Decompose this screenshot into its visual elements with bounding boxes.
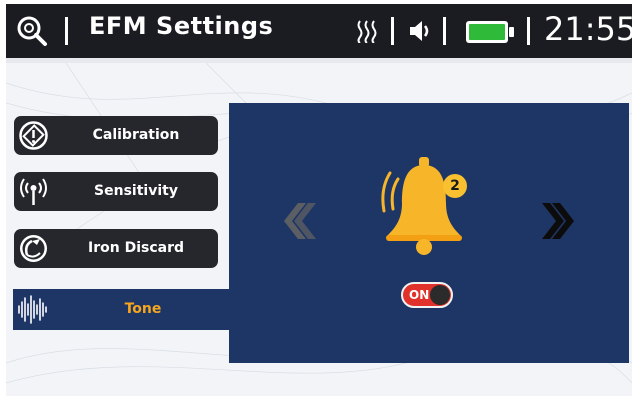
sensitivity-icon <box>20 178 47 205</box>
menu-item-label: Sensitivity <box>94 183 178 199</box>
status-bar: EFM Settings 21:55 <box>6 4 636 58</box>
page-title: EFM Settings <box>89 12 274 40</box>
tone-panel: 2 ON <box>229 103 629 363</box>
menu-item-label: Iron Discard <box>88 240 184 256</box>
calibration-icon <box>19 121 48 150</box>
tone-number-badge: 2 <box>443 174 467 198</box>
header-divider <box>6 58 632 63</box>
menu-item-label: Tone <box>124 301 162 317</box>
heat-icon <box>357 20 377 43</box>
previous-arrow-icon[interactable] <box>284 203 318 239</box>
divider <box>443 17 446 45</box>
screen: EFM Settings 21:55 Calibration Sensitivi… <box>0 0 638 402</box>
tone-toggle[interactable]: ON <box>401 282 453 308</box>
volume-icon[interactable] <box>409 19 431 43</box>
menu-item-calibration[interactable]: Calibration <box>14 116 218 155</box>
search-icon[interactable] <box>16 15 48 47</box>
divider <box>65 17 68 45</box>
battery-icon <box>466 21 514 43</box>
menu-item-tone[interactable]: Tone <box>13 289 233 330</box>
clock: 21:55 <box>544 10 637 48</box>
tone-icon <box>18 295 47 324</box>
iron-discard-icon <box>20 235 47 262</box>
toggle-knob <box>430 285 450 305</box>
toggle-label: ON <box>409 288 430 302</box>
bell-icon <box>381 157 462 255</box>
divider <box>527 17 530 45</box>
divider <box>391 17 394 45</box>
next-arrow-icon[interactable] <box>542 203 576 239</box>
menu-item-sensitivity[interactable]: Sensitivity <box>14 172 218 211</box>
menu-item-iron-discard[interactable]: Iron Discard <box>14 229 218 268</box>
menu-item-label: Calibration <box>92 127 180 143</box>
